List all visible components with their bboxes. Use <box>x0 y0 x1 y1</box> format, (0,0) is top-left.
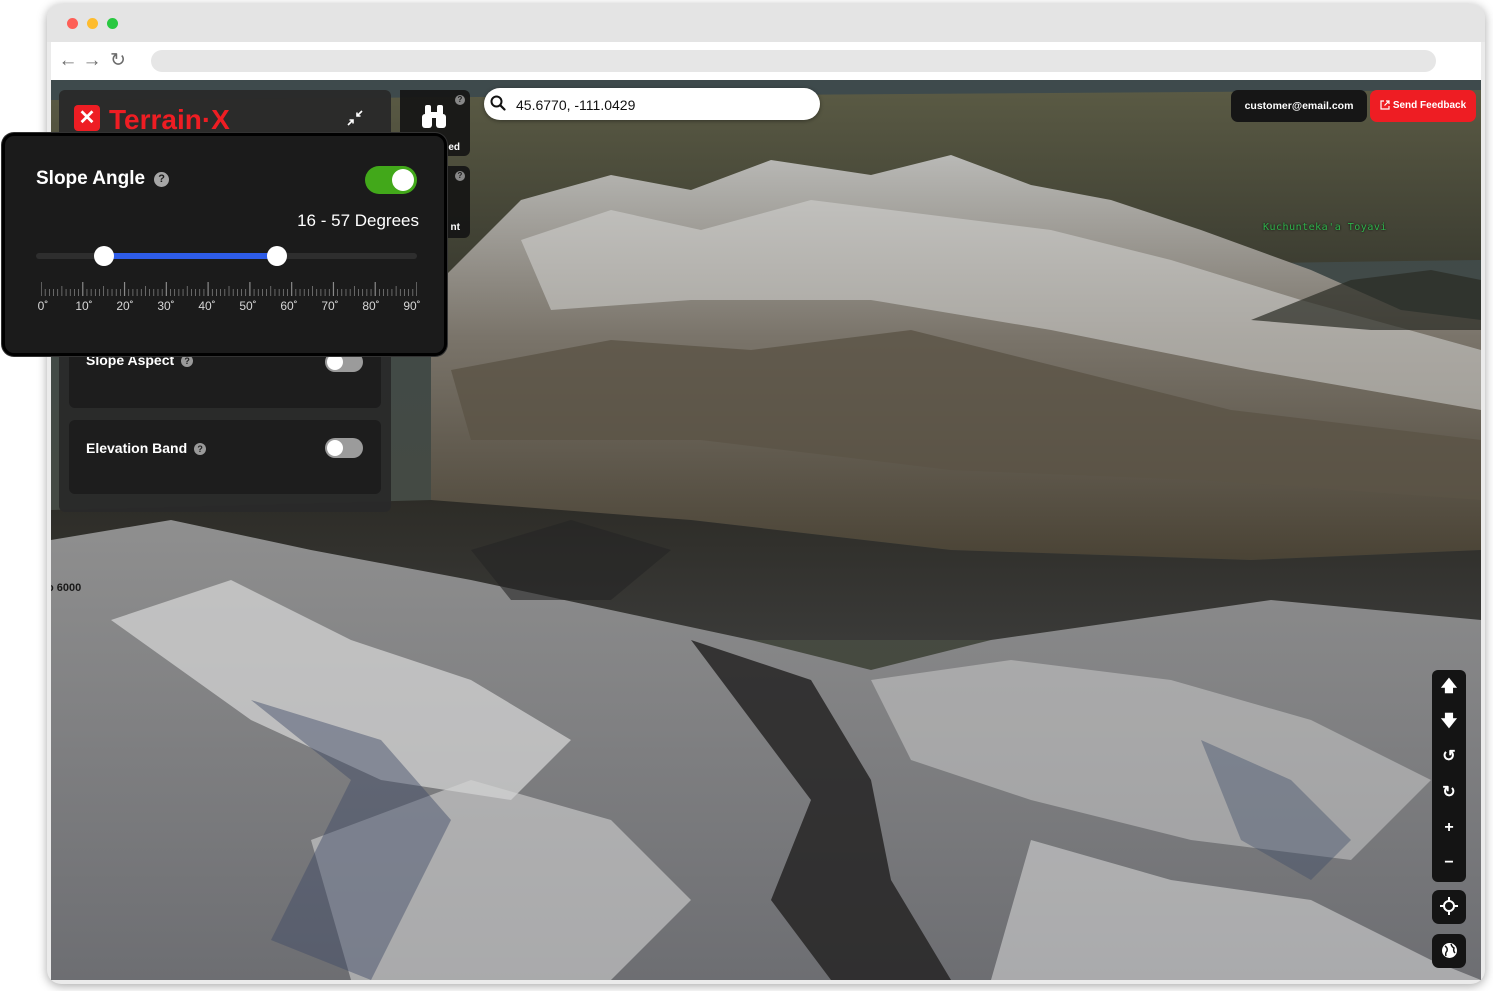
slope-range-fill <box>103 253 278 259</box>
map-elevation-label: o 6000 <box>51 582 82 594</box>
help-icon[interactable]: ? <box>154 172 170 187</box>
map-place-label: Kuchunteka'a Toyavi <box>1263 222 1387 233</box>
address-bar[interactable] <box>151 50 1436 72</box>
elevation-band-title: Elevation Band? <box>86 440 207 456</box>
arrow-down-icon[interactable]: 🡇 <box>1432 705 1466 739</box>
degree-tick-label: 80˚ <box>362 299 380 313</box>
forward-arrow-icon[interactable]: → <box>81 50 103 72</box>
elevation-band-label: Elevation Band <box>86 440 188 456</box>
reload-icon[interactable]: ↻ <box>107 50 129 72</box>
elevation-band-toggle[interactable] <box>325 438 363 458</box>
slope-angle-title: Slope Angle? <box>36 168 170 190</box>
degree-tick-label: 50˚ <box>239 299 257 313</box>
search-icon <box>490 95 506 111</box>
globe-icon <box>1441 943 1457 958</box>
external-link-icon <box>1380 100 1390 110</box>
send-feedback-label: Send Feedback <box>1392 100 1467 111</box>
help-icon[interactable]: ? <box>194 443 207 455</box>
minimize-window-dot[interactable] <box>87 18 98 29</box>
degree-tick-label: 0˚ <box>37 299 49 313</box>
collapse-arrows-icon[interactable] <box>347 110 363 126</box>
binoculars-icon <box>422 105 446 128</box>
search-input[interactable] <box>514 93 808 117</box>
close-window-dot[interactable] <box>67 18 78 29</box>
browser-titlebar <box>47 4 1485 42</box>
minus-icon[interactable]: − <box>1432 846 1466 880</box>
arrow-up-icon[interactable]: 🡅 <box>1432 670 1466 704</box>
locate-button[interactable] <box>1432 890 1466 924</box>
send-feedback-button[interactable]: Send Feedback <box>1370 90 1476 122</box>
slope-angle-toggle[interactable] <box>365 166 417 194</box>
degree-tick-label: 40˚ <box>198 299 216 313</box>
tool-label: ed <box>448 142 460 153</box>
slope-range-label: 16 - 57 Degrees <box>297 211 419 230</box>
app-logo-text: Terrain·X <box>109 104 230 135</box>
slope-range-slider[interactable] <box>36 246 417 266</box>
crosshair-icon <box>1440 897 1458 915</box>
slope-max-handle[interactable] <box>267 246 288 266</box>
degree-tick-label: 30˚ <box>157 299 175 313</box>
back-arrow-icon[interactable]: ← <box>57 50 79 72</box>
logo-mark: ✕ <box>74 105 100 131</box>
elevation-band-card[interactable]: Elevation Band? <box>69 420 381 494</box>
rotate-right-icon[interactable]: ↻ <box>1432 776 1466 810</box>
map-controls: 🡅 🡇 ↺ ↻ + − <box>1432 670 1466 882</box>
maximize-window-dot[interactable] <box>107 18 118 29</box>
user-email-label: customer@email.com <box>1244 100 1354 112</box>
degree-tick-label: 60˚ <box>280 299 298 313</box>
plus-icon[interactable]: + <box>1432 811 1466 845</box>
tool-label: nt <box>450 222 460 233</box>
rotate-left-icon[interactable]: ↺ <box>1432 740 1466 774</box>
degree-tick-label: 10˚ <box>75 299 93 313</box>
search-bar[interactable] <box>484 88 820 120</box>
degree-tick-label: 90˚ <box>403 299 421 313</box>
help-icon[interactable]: ? <box>455 171 465 181</box>
degree-ruler <box>41 282 417 296</box>
browser-navbar: ← → ↻ <box>51 42 1481 80</box>
globe-button[interactable] <box>1432 934 1466 968</box>
user-account-button[interactable]: customer@email.com <box>1231 90 1367 122</box>
help-icon[interactable]: ? <box>455 95 465 105</box>
help-icon[interactable]: ? <box>181 355 194 367</box>
slope-angle-label: Slope Angle <box>36 168 146 189</box>
degree-tick-label: 70˚ <box>321 299 339 313</box>
slope-min-handle[interactable] <box>93 246 114 266</box>
degree-tick-label: 20˚ <box>116 299 134 313</box>
slope-angle-popup: Slope Angle? 16 - 57 Degrees 0˚ 10˚ 20˚ 30˚… <box>2 133 447 356</box>
